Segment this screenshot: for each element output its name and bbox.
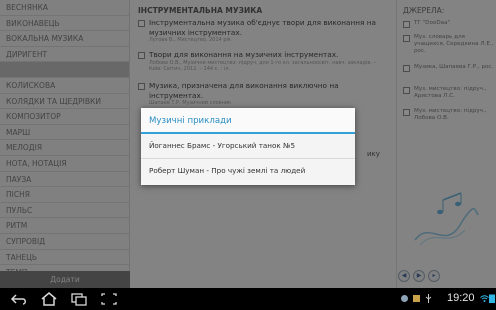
home-icon[interactable] [40, 292, 58, 306]
wifi-icon [480, 295, 489, 302]
dialog-title: Музичні приклади [141, 108, 355, 134]
media-icon [413, 295, 420, 302]
app-screen: ВЕСНЯНКА ВИКОНАВЕЦЬ ВОКАЛЬНА МУЗИКА ДИРИГЕН… [0, 0, 496, 288]
notification-icon [401, 295, 408, 302]
screenshot-icon[interactable] [100, 292, 118, 306]
dialog-list-item[interactable]: Роберт Шуман - Про чужі землі та людей [141, 159, 355, 184]
usb-icon [425, 294, 432, 303]
system-bar: 19:20 [0, 288, 496, 310]
music-examples-dialog: Музичні приклади Йоганнес Брамс - Угорсь… [141, 108, 355, 185]
dialog-list-item[interactable]: Йоганнес Брамс - Угорський танок №5 [141, 134, 355, 159]
battery-icon [489, 294, 495, 303]
clock: 19:20 [447, 292, 475, 304]
back-icon[interactable] [10, 292, 28, 306]
recent-apps-icon[interactable] [70, 292, 88, 306]
